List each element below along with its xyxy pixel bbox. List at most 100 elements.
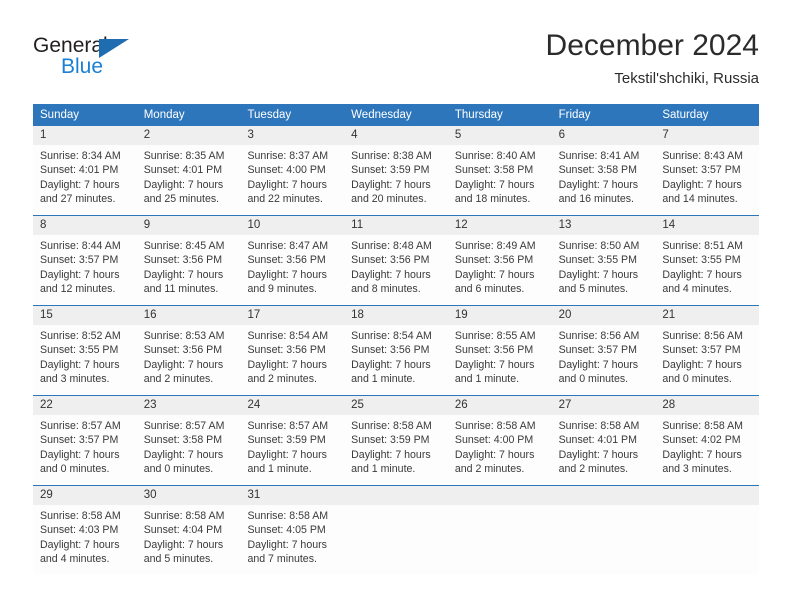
general-blue-logo[interactable]: General Blue bbox=[33, 34, 153, 86]
day-daylight-l1-text: Daylight: 7 hours bbox=[558, 358, 639, 371]
day-number[interactable]: 9 bbox=[137, 216, 241, 235]
day-cell[interactable]: Sunrise: 8:58 AM Sunset: 4:01 PM Daylight:… bbox=[552, 415, 656, 485]
day-number[interactable]: 5 bbox=[448, 126, 552, 145]
day-sunrise-text: Sunrise: 8:58 AM bbox=[558, 420, 640, 432]
day-cell[interactable]: Sunrise: 8:35 AM Sunset: 4:01 PM Daylight:… bbox=[137, 145, 241, 215]
day-daylight-l1-text: Daylight: 7 hours bbox=[40, 268, 120, 281]
day-cell[interactable]: Sunrise: 8:37 AM Sunset: 4:00 PM Daylight:… bbox=[240, 145, 344, 215]
day-sunset-text: Sunset: 4:01 PM bbox=[558, 434, 637, 447]
day-sunrise-text: Sunrise: 8:58 AM bbox=[662, 420, 743, 432]
day-number[interactable]: 17 bbox=[240, 306, 344, 325]
day-cell[interactable]: Sunrise: 8:57 AM Sunset: 3:58 PM Daylight:… bbox=[137, 415, 241, 485]
day-number[interactable]: 12 bbox=[448, 216, 552, 235]
day-number[interactable]: 30 bbox=[137, 486, 241, 505]
day-sunrise-text: Sunrise: 8:56 AM bbox=[558, 330, 640, 342]
day-number[interactable]: 21 bbox=[655, 306, 759, 325]
day-cell[interactable]: Sunrise: 8:58 AM Sunset: 4:05 PM Daylight:… bbox=[240, 505, 344, 575]
day-daylight-l1-text: Daylight: 7 hours bbox=[40, 448, 120, 461]
day-number bbox=[448, 486, 552, 505]
day-daylight-l1-text: Daylight: 7 hours bbox=[351, 358, 431, 371]
calendar-week-row: 29 30 31 Sunrise: 8:58 AM Sunset: 4:03 PM Day… bbox=[33, 485, 759, 575]
day-number[interactable]: 28 bbox=[655, 396, 759, 415]
day-cell[interactable]: Sunrise: 8:57 AM Sunset: 3:57 PM Daylight:… bbox=[33, 415, 137, 485]
logo-word-blue: Blue bbox=[61, 55, 104, 78]
day-cell[interactable]: Sunrise: 8:40 AM Sunset: 3:58 PM Daylight:… bbox=[448, 145, 552, 215]
day-cell[interactable]: Sunrise: 8:57 AM Sunset: 3:59 PM Daylight:… bbox=[240, 415, 344, 485]
day-daylight-l2-text: and 20 minutes. bbox=[351, 192, 427, 205]
day-number[interactable]: 11 bbox=[344, 216, 448, 235]
day-sunrise-text: Sunrise: 8:35 AM bbox=[143, 150, 225, 162]
day-daylight-l2-text: and 1 minute. bbox=[247, 462, 312, 475]
day-number[interactable]: 18 bbox=[344, 306, 448, 325]
day-cell[interactable]: Sunrise: 8:52 AM Sunset: 3:55 PM Daylight:… bbox=[33, 325, 137, 395]
day-cell[interactable]: Sunrise: 8:56 AM Sunset: 3:57 PM Daylight:… bbox=[655, 325, 759, 395]
week-daynumber-band: 22 23 24 25 26 27 28 bbox=[33, 396, 759, 415]
day-cell[interactable]: Sunrise: 8:49 AM Sunset: 3:56 PM Daylight:… bbox=[448, 235, 552, 305]
day-cell[interactable]: Sunrise: 8:56 AM Sunset: 3:57 PM Daylight:… bbox=[552, 325, 656, 395]
day-number[interactable]: 25 bbox=[344, 396, 448, 415]
day-cell[interactable]: Sunrise: 8:34 AM Sunset: 4:01 PM Daylight:… bbox=[33, 145, 137, 215]
week-content-band: Sunrise: 8:44 AM Sunset: 3:57 PM Daylight:… bbox=[33, 235, 759, 305]
day-cell[interactable]: Sunrise: 8:58 AM Sunset: 4:02 PM Daylight:… bbox=[655, 415, 759, 485]
day-number[interactable]: 2 bbox=[137, 126, 241, 145]
day-number[interactable]: 4 bbox=[344, 126, 448, 145]
day-number[interactable]: 23 bbox=[137, 396, 241, 415]
day-cell[interactable]: Sunrise: 8:50 AM Sunset: 3:55 PM Daylight:… bbox=[552, 235, 656, 305]
day-number[interactable]: 3 bbox=[240, 126, 344, 145]
day-daylight-l1-text: Daylight: 7 hours bbox=[247, 448, 327, 461]
day-cell[interactable]: Sunrise: 8:55 AM Sunset: 3:56 PM Daylight:… bbox=[448, 325, 552, 395]
day-number[interactable]: 7 bbox=[655, 126, 759, 145]
day-daylight-l1-text: Daylight: 7 hours bbox=[40, 538, 120, 551]
day-number[interactable]: 1 bbox=[33, 126, 137, 145]
weekday-header-thursday: Thursday bbox=[454, 109, 503, 121]
day-cell[interactable]: Sunrise: 8:43 AM Sunset: 3:57 PM Daylight:… bbox=[655, 145, 759, 215]
page-title: December 2024 bbox=[545, 29, 759, 62]
day-daylight-l1-text: Daylight: 7 hours bbox=[143, 358, 224, 371]
day-cell[interactable]: Sunrise: 8:54 AM Sunset: 3:56 PM Daylight:… bbox=[240, 325, 344, 395]
day-daylight-l1-text: Daylight: 7 hours bbox=[351, 268, 431, 281]
day-cell[interactable]: Sunrise: 8:38 AM Sunset: 3:59 PM Daylight:… bbox=[344, 145, 448, 215]
day-number[interactable]: 26 bbox=[448, 396, 552, 415]
day-cell[interactable]: Sunrise: 8:54 AM Sunset: 3:56 PM Daylight:… bbox=[344, 325, 448, 395]
day-number[interactable]: 19 bbox=[448, 306, 552, 325]
day-sunrise-text: Sunrise: 8:57 AM bbox=[247, 420, 329, 432]
day-daylight-l2-text: and 3 minutes. bbox=[662, 462, 732, 475]
day-sunrise-text: Sunrise: 8:51 AM bbox=[662, 240, 743, 252]
day-number[interactable]: 27 bbox=[552, 396, 656, 415]
week-content-band: Sunrise: 8:57 AM Sunset: 3:57 PM Daylight:… bbox=[33, 415, 759, 485]
day-cell[interactable]: Sunrise: 8:53 AM Sunset: 3:56 PM Daylight:… bbox=[137, 325, 241, 395]
day-daylight-l1-text: Daylight: 7 hours bbox=[143, 538, 224, 551]
day-number[interactable]: 24 bbox=[240, 396, 344, 415]
day-cell[interactable]: Sunrise: 8:58 AM Sunset: 4:03 PM Daylight:… bbox=[33, 505, 137, 575]
day-daylight-l1-text: Daylight: 7 hours bbox=[351, 178, 431, 191]
day-number[interactable]: 16 bbox=[137, 306, 241, 325]
day-cell[interactable]: Sunrise: 8:41 AM Sunset: 3:58 PM Daylight:… bbox=[552, 145, 656, 215]
week-content-band: Sunrise: 8:58 AM Sunset: 4:03 PM Daylight:… bbox=[33, 505, 759, 575]
calendar-week-row: 8 9 10 11 12 13 14 Sunrise: 8:44 AM Sunset: 3:57… bbox=[33, 215, 759, 305]
day-number[interactable]: 22 bbox=[33, 396, 137, 415]
day-cell[interactable]: Sunrise: 8:45 AM Sunset: 3:56 PM Daylight:… bbox=[137, 235, 241, 305]
day-daylight-l1-text: Daylight: 7 hours bbox=[40, 178, 120, 191]
day-number[interactable]: 14 bbox=[655, 216, 759, 235]
day-number[interactable]: 20 bbox=[552, 306, 656, 325]
day-number[interactable]: 15 bbox=[33, 306, 137, 325]
day-cell[interactable]: Sunrise: 8:44 AM Sunset: 3:57 PM Daylight:… bbox=[33, 235, 137, 305]
day-sunset-text: Sunset: 3:58 PM bbox=[558, 164, 637, 177]
day-number[interactable]: 31 bbox=[240, 486, 344, 505]
day-cell[interactable]: Sunrise: 8:47 AM Sunset: 3:56 PM Daylight:… bbox=[240, 235, 344, 305]
day-sunrise-text: Sunrise: 8:58 AM bbox=[143, 510, 225, 522]
day-cell[interactable]: Sunrise: 8:58 AM Sunset: 4:00 PM Daylight:… bbox=[448, 415, 552, 485]
day-cell[interactable]: Sunrise: 8:51 AM Sunset: 3:55 PM Daylight:… bbox=[655, 235, 759, 305]
day-cell[interactable]: Sunrise: 8:48 AM Sunset: 3:56 PM Daylight:… bbox=[344, 235, 448, 305]
day-number[interactable]: 10 bbox=[240, 216, 344, 235]
week-daynumber-band: 29 30 31 bbox=[33, 486, 759, 505]
day-cell[interactable]: Sunrise: 8:58 AM Sunset: 4:04 PM Daylight:… bbox=[137, 505, 241, 575]
day-number[interactable]: 13 bbox=[552, 216, 656, 235]
day-sunrise-text: Sunrise: 8:54 AM bbox=[247, 330, 329, 342]
day-number[interactable]: 6 bbox=[552, 126, 656, 145]
day-sunrise-text: Sunrise: 8:57 AM bbox=[40, 420, 121, 432]
day-number[interactable]: 8 bbox=[33, 216, 137, 235]
day-cell[interactable]: Sunrise: 8:58 AM Sunset: 3:59 PM Daylight:… bbox=[344, 415, 448, 485]
day-number[interactable]: 29 bbox=[33, 486, 137, 505]
day-sunset-text: Sunset: 4:05 PM bbox=[247, 524, 326, 537]
